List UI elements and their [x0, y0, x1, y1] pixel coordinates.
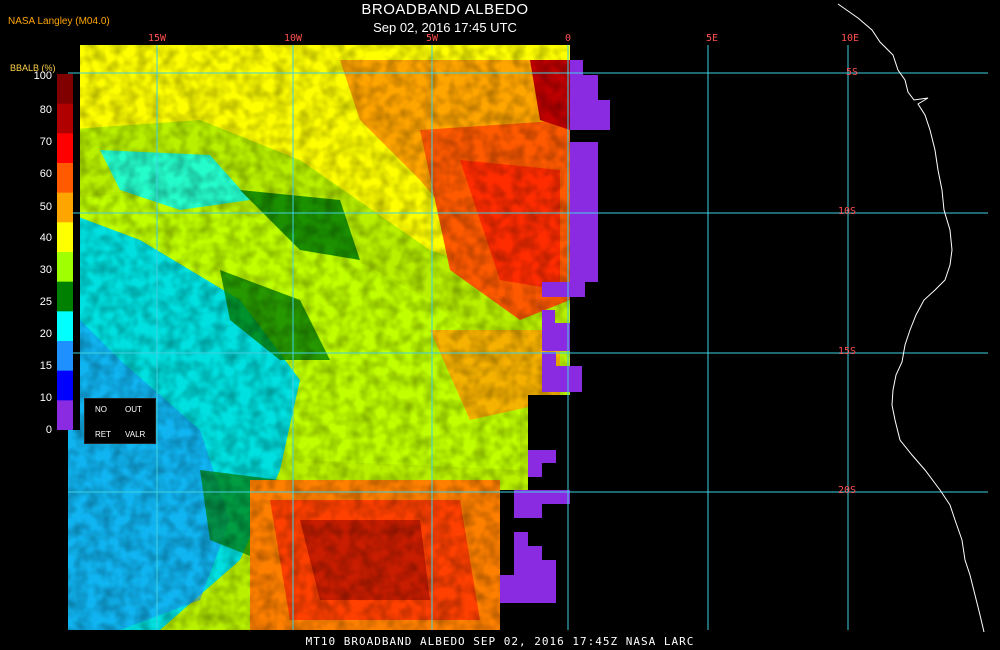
no-data-block	[542, 323, 570, 351]
legend-swatch	[57, 281, 73, 312]
lon-label-5e: 5E	[705, 33, 719, 44]
legend-tick-label: 10	[39, 392, 52, 404]
no-data-block	[528, 450, 556, 463]
no-data-block	[570, 142, 598, 222]
legend-tick-label: 50	[39, 201, 52, 213]
legend-swatch	[57, 192, 73, 223]
legend-swatch	[57, 341, 73, 372]
no-data-block	[570, 282, 585, 297]
legend-tick-label: 0	[45, 424, 52, 436]
footer-caption: MT10 BROADBAND ALBEDO SEP 02, 2016 17:45…	[305, 635, 695, 648]
no-data-label-out: OUT	[125, 405, 142, 414]
no-data-legend: NO OUT RET VALR	[84, 398, 156, 444]
no-data-block	[542, 310, 555, 323]
lon-label-15w: 15W	[147, 33, 167, 44]
lon-label-0: 0	[564, 33, 572, 44]
legend-tick-label: 80	[39, 104, 52, 116]
no-data-block	[514, 532, 528, 546]
lon-label-5w: 5W	[425, 33, 439, 44]
no-data-label-ret: RET	[95, 430, 111, 439]
lon-label-10w: 10W	[283, 33, 303, 44]
albedo-map	[68, 3, 988, 633]
no-data-block	[514, 546, 542, 560]
legend-swatch	[57, 311, 73, 342]
no-data-block	[570, 222, 598, 282]
legend-swatch	[57, 163, 73, 194]
no-data-block	[542, 352, 556, 366]
lon-label-10e: 10E	[840, 33, 860, 44]
legend-swatch	[57, 222, 73, 253]
no-data-label-no: NO	[95, 405, 107, 414]
legend-tick-label: 100	[33, 70, 52, 82]
no-data-block	[570, 100, 610, 130]
legend-tick-label: 25	[39, 296, 52, 308]
legend-swatch	[57, 133, 73, 164]
no-data-block	[500, 588, 556, 602]
legend-tick-label: 70	[39, 136, 52, 148]
no-data-block	[528, 463, 542, 477]
legend-swatch	[57, 74, 73, 105]
legend-swatch	[57, 400, 73, 430]
no-data-block	[542, 366, 582, 392]
legend-tick-label: 60	[39, 168, 52, 180]
legend-tick-label: 15	[39, 360, 52, 372]
legend-swatch	[57, 370, 73, 401]
legend-color-bar	[57, 74, 73, 430]
no-data-label-valr: VALR	[125, 430, 146, 439]
page-title: BROADBAND ALBEDO	[361, 1, 529, 18]
no-data-block	[514, 504, 542, 518]
timestamp: Sep 02, 2016 17:45 UTC	[373, 20, 517, 35]
lat-label-15s: 15S	[838, 346, 857, 357]
lat-label-20s: 20S	[838, 485, 857, 496]
legend-tick-label: 30	[39, 264, 52, 276]
legend-tick-label: 20	[39, 328, 52, 340]
legend-tick-label: 40	[39, 232, 52, 244]
no-data-block	[570, 75, 598, 100]
no-data-block	[514, 560, 556, 575]
legend-swatch	[57, 103, 73, 134]
legend-swatch	[57, 252, 73, 283]
albedo-swath	[68, 45, 570, 630]
coastline	[837, 3, 985, 633]
no-data-block	[542, 282, 570, 297]
lat-label-10s: 10S	[838, 206, 857, 217]
lat-label-5s: 5S	[846, 67, 859, 78]
